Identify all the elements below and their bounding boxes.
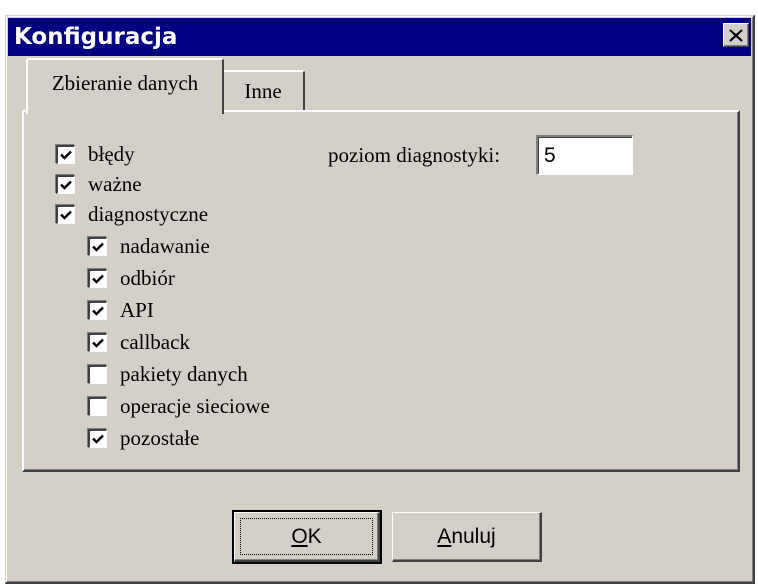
checkmark-icon xyxy=(92,242,104,252)
checkbox-row[interactable]: odbiór xyxy=(88,265,175,291)
checkbox-row[interactable]: operacje sieciowe xyxy=(88,393,270,419)
checkmark-icon xyxy=(92,434,104,444)
checkbox[interactable] xyxy=(88,268,107,288)
close-button[interactable] xyxy=(723,23,749,47)
checkbox-row[interactable]: diagnostyczne xyxy=(56,201,208,227)
checkmark-icon xyxy=(92,306,104,316)
close-icon xyxy=(729,28,743,42)
checkmark-icon xyxy=(60,180,72,190)
checkbox[interactable] xyxy=(88,332,107,352)
checkbox-label: odbiór xyxy=(120,265,175,290)
focus-rect xyxy=(240,518,373,555)
diagnostic-level-input[interactable] xyxy=(536,135,633,175)
checkbox-label: pozostałe xyxy=(120,425,200,450)
tab-label: Zbieranie danych xyxy=(51,70,199,95)
ok-button[interactable]: OK xyxy=(232,510,382,564)
tab-zbieranie-danych[interactable]: Zbieranie danych xyxy=(26,58,224,114)
cancel-button-label: Anuluj xyxy=(437,524,496,548)
checkbox-label: operacje sieciowe xyxy=(120,393,270,418)
checkbox-row[interactable]: pozostałe xyxy=(88,425,199,451)
checkbox[interactable] xyxy=(88,364,107,384)
checkbox-row[interactable]: nadawanie xyxy=(88,233,210,259)
checkbox-label: nadawanie xyxy=(120,233,210,258)
checkbox-row[interactable]: callback xyxy=(88,329,190,355)
checkmark-icon xyxy=(60,150,72,160)
checkmark-icon xyxy=(92,274,104,284)
checkbox-row[interactable]: API xyxy=(88,297,154,323)
checkbox[interactable] xyxy=(88,428,107,448)
window-title: Konfiguracja xyxy=(14,24,178,50)
checkbox-label: pakiety danych xyxy=(120,361,248,386)
checkmark-icon xyxy=(60,210,72,220)
checkbox[interactable] xyxy=(88,396,107,416)
checkbox-label: callback xyxy=(120,329,190,354)
checkbox[interactable] xyxy=(56,174,75,194)
checkbox-label: API xyxy=(120,297,154,322)
checkbox[interactable] xyxy=(88,300,107,320)
checkbox-row[interactable]: pakiety danych xyxy=(88,361,248,387)
tab-label: Inne xyxy=(244,78,282,103)
cancel-button[interactable]: Anuluj xyxy=(392,512,542,562)
checkbox[interactable] xyxy=(56,204,75,224)
title-bar[interactable]: Konfiguracja xyxy=(8,18,751,56)
checkbox-row[interactable]: błędy xyxy=(56,141,135,167)
tab-inne[interactable]: Inne xyxy=(223,70,305,110)
checkbox[interactable] xyxy=(88,236,107,256)
checkbox-row[interactable]: ważne xyxy=(56,171,142,197)
checkbox-label: błędy xyxy=(88,141,135,166)
checkbox-label: diagnostyczne xyxy=(88,201,209,226)
diagnostic-level-label: poziom diagnostyki: xyxy=(328,143,501,167)
checkbox-label: ważne xyxy=(88,171,142,196)
checkmark-icon xyxy=(92,338,104,348)
checkbox[interactable] xyxy=(56,144,75,164)
